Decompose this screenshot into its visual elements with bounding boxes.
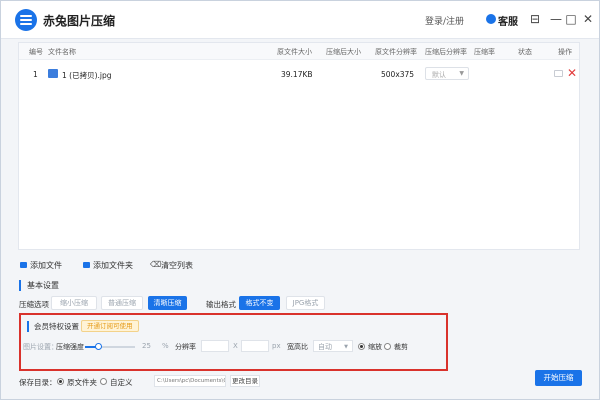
col-original-resolution: 原文件分辨率 [375, 48, 417, 56]
scale-radio[interactable] [358, 343, 365, 350]
chevron-down-icon: ▼ [459, 70, 464, 77]
add-folder-button[interactable]: 添加文件夹 [93, 260, 133, 271]
px-unit: px [272, 342, 281, 350]
file-table: 编号 文件名称 原文件大小 压缩后大小 原文件分辨率 压缩后分辨率 压缩率 状态… [18, 42, 580, 250]
x-separator: X [233, 342, 238, 350]
option-shrink-compress[interactable]: 缩小压缩 [51, 296, 97, 310]
format-unchanged-button[interactable]: 格式不变 [239, 296, 280, 310]
col-compressed-size: 压缩后大小 [326, 48, 361, 56]
original-folder-radio[interactable] [57, 378, 64, 385]
close-button[interactable]: ✕ [580, 11, 596, 27]
row-size: 39.17KB [281, 70, 313, 79]
folder-icon[interactable] [554, 70, 563, 77]
save-directory-label: 保存目录： [19, 378, 57, 387]
save-path-field[interactable]: C:\Users\pc\Documents\CTImageCo [154, 375, 226, 387]
add-file-button[interactable]: 添加文件 [30, 260, 62, 271]
member-settings-title: 会员特权设置 [27, 321, 79, 332]
resolution-label: 分辨率 [175, 343, 196, 351]
login-link[interactable]: 登录/注册 [425, 14, 464, 27]
format-jpg-button[interactable]: JPG格式 [286, 296, 325, 310]
col-ratio: 压缩率 [474, 48, 495, 56]
col-actions: 操作 [558, 48, 572, 56]
image-file-icon [48, 69, 58, 78]
delete-icon[interactable]: ✕ [567, 66, 577, 80]
maximize-button[interactable]: □ [563, 11, 579, 27]
table-header: 编号 文件名称 原文件大小 压缩后大小 原文件分辨率 压缩后分辨率 压缩率 状态… [19, 43, 579, 60]
original-folder-label: 原文件夹 [67, 378, 97, 387]
app-window: 赤兔图片压缩 登录/注册 客服 ⊟ — □ ✕ 编号 文件名称 原文件大小 压缩… [0, 0, 600, 400]
minimize-button[interactable]: — [548, 11, 564, 27]
strength-value: 25 [142, 342, 151, 350]
crop-radio[interactable] [384, 343, 391, 350]
member-settings-panel: 会员特权设置 开通订阅可使用 图片设置： 压缩强度 25 % 分辨率 X px … [19, 313, 448, 371]
add-file-icon [20, 262, 27, 268]
percent-sign: % [162, 342, 169, 350]
aspect-label: 宽高比 [287, 343, 308, 351]
customer-service-link[interactable]: 客服 [498, 13, 518, 28]
option-normal-compress[interactable]: 普通压缩 [101, 296, 143, 310]
user-icon [486, 14, 496, 24]
custom-folder-radio[interactable] [100, 378, 107, 385]
col-index: 编号 [29, 48, 43, 56]
row-index: 1 [33, 70, 38, 79]
app-title: 赤兔图片压缩 [43, 14, 116, 28]
change-directory-button[interactable]: 更改目录 [230, 375, 260, 387]
chevron-down-icon: ▼ [344, 344, 348, 350]
crop-label: 裁剪 [394, 343, 408, 351]
clear-list-button[interactable]: 清空列表 [161, 260, 193, 271]
subscribe-badge[interactable]: 开通订阅可使用 [81, 320, 139, 332]
option-clear-compress[interactable]: 清晰压缩 [148, 296, 187, 310]
start-compress-button[interactable]: 开始压缩 [535, 370, 582, 386]
basic-settings-title: 基本设置 [19, 280, 59, 291]
custom-folder-label: 自定义 [110, 378, 133, 387]
title-bar: 赤兔图片压缩 登录/注册 客服 ⊟ — □ ✕ [1, 1, 599, 39]
row-filename: 1 (已拷贝).jpg [62, 71, 112, 80]
slider-thumb[interactable] [94, 343, 102, 350]
col-original-size: 原文件大小 [277, 48, 312, 56]
table-row[interactable]: 1 1 (已拷贝).jpg 39.17KB 500x375 默认 ▼ ✕ [19, 64, 579, 86]
output-format-label: 输出格式 [206, 300, 236, 309]
image-settings-label: 图片设置： [23, 343, 58, 351]
col-compressed-resolution: 压缩后分辨率 [425, 48, 467, 56]
row-resolution: 500x375 [381, 70, 415, 79]
strength-label: 压缩强度 [56, 343, 84, 351]
width-input[interactable] [201, 340, 229, 352]
clear-icon: ⌫ [150, 260, 162, 269]
menu-icon[interactable]: ⊟ [527, 11, 543, 27]
height-input[interactable] [241, 340, 269, 352]
col-filename: 文件名称 [48, 48, 76, 56]
col-status: 状态 [518, 48, 532, 56]
scale-label: 缩放 [368, 343, 382, 351]
compress-options-label: 压缩选项 [19, 300, 49, 309]
strength-slider[interactable] [85, 343, 135, 350]
aspect-select[interactable]: 自动 ▼ [313, 340, 353, 352]
app-logo-icon [15, 9, 37, 31]
add-folder-icon [83, 262, 90, 268]
resolution-select[interactable]: 默认 ▼ [425, 67, 469, 80]
